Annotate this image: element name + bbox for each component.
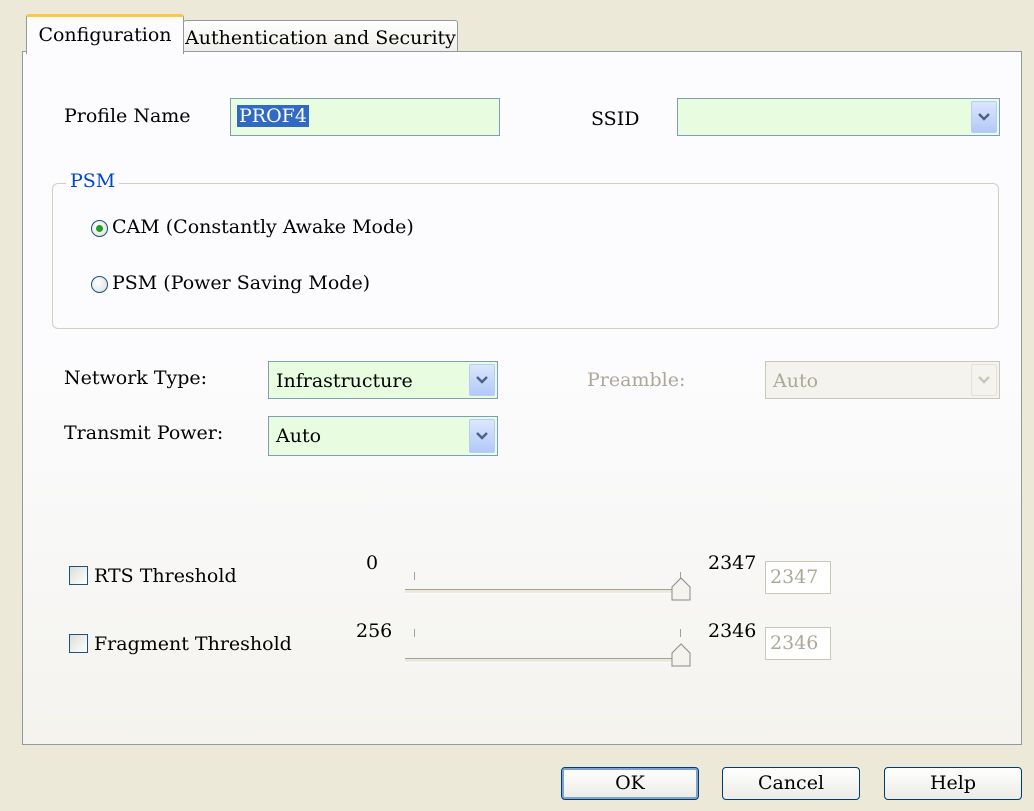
fragment-slider-thumb[interactable] (671, 643, 691, 667)
fragment-threshold-checkbox[interactable] (69, 634, 88, 653)
rts-slider-track[interactable] (405, 589, 688, 594)
transmit-power-label: Transmit Power: (64, 422, 224, 444)
chevron-down-icon[interactable] (469, 364, 495, 396)
profile-dialog: { "tabs": [ {"label": "Configuration", "… (0, 0, 1034, 811)
preamble-value: Auto (773, 370, 819, 392)
network-type-dropdown[interactable]: Infrastructure (268, 361, 498, 399)
fragment-threshold-label[interactable]: Fragment Threshold (94, 633, 292, 655)
fragment-max-tick (680, 629, 681, 637)
network-type-value: Infrastructure (276, 370, 413, 392)
profile-name-label: Profile Name (64, 105, 191, 127)
profile-name-value: PROF4 (237, 105, 309, 127)
transmit-power-dropdown[interactable]: Auto (268, 416, 498, 456)
rts-max-label: 2347 (708, 552, 757, 574)
network-type-label: Network Type: (64, 367, 208, 389)
radio-selected-dot (96, 225, 103, 232)
fragment-min-tick (414, 629, 415, 637)
rts-threshold-checkbox[interactable] (69, 566, 88, 585)
chevron-down-icon[interactable] (971, 101, 997, 133)
ssid-label: SSID (591, 108, 640, 130)
cancel-button[interactable]: Cancel (722, 767, 860, 800)
rts-min-tick (414, 572, 415, 580)
chevron-down-icon[interactable] (469, 419, 495, 453)
rts-threshold-label[interactable]: RTS Threshold (94, 565, 237, 587)
psm-group (52, 183, 999, 329)
cam-radio[interactable] (91, 220, 108, 237)
help-button[interactable]: Help (884, 767, 1022, 800)
panel-content: Profile Name PROF4 SSID PSM CAM (Constan… (0, 0, 1034, 811)
fragment-max-label: 2346 (708, 620, 757, 642)
rts-min-label: 0 (366, 552, 379, 574)
ok-button[interactable]: OK (561, 767, 699, 800)
ssid-dropdown[interactable] (677, 98, 1000, 136)
fragment-value-field[interactable]: 2346 (765, 627, 831, 660)
psm-group-legend: PSM (66, 170, 120, 192)
rts-value-field[interactable]: 2347 (765, 561, 831, 594)
fragment-min-label: 256 (356, 620, 393, 642)
rts-slider-thumb[interactable] (671, 577, 691, 601)
chevron-down-icon[interactable] (971, 364, 997, 396)
fragment-slider-track[interactable] (405, 658, 688, 663)
preamble-label: Preamble: (587, 369, 686, 391)
profile-name-field[interactable]: PROF4 (230, 98, 500, 136)
psm-radio-label[interactable]: PSM (Power Saving Mode) (112, 272, 370, 294)
psm-radio[interactable] (91, 276, 108, 293)
preamble-dropdown[interactable]: Auto (765, 361, 1000, 399)
cam-radio-label[interactable]: CAM (Constantly Awake Mode) (112, 216, 414, 238)
transmit-power-value: Auto (276, 425, 322, 447)
